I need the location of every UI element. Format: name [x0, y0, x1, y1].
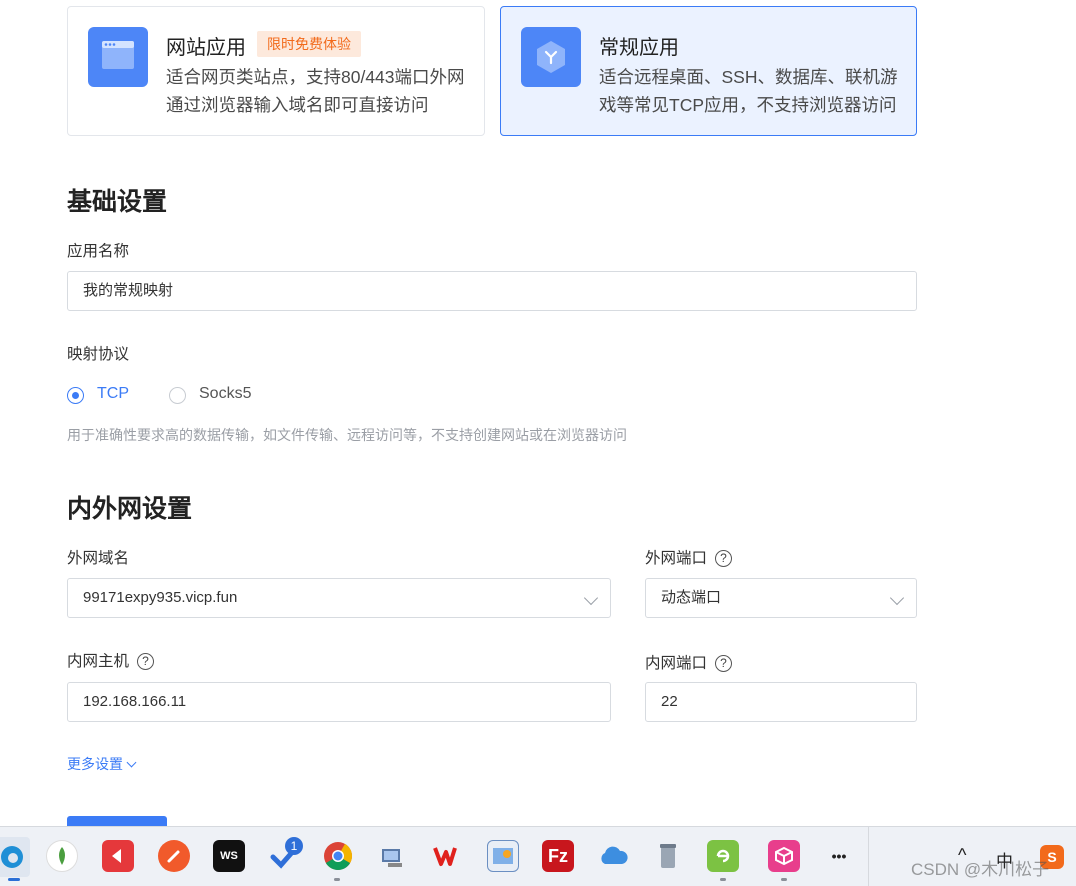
- external-port-label-text: 外网端口: [645, 550, 708, 567]
- protocol-hint: 用于准确性要求高的数据传输，如文件传输、远程访问等，不支持创建网站或在浏览器访问: [67, 427, 627, 443]
- chevron-down-icon: [126, 757, 137, 768]
- internal-host-label: 内网主机?: [67, 649, 155, 671]
- external-port-label: 外网端口?: [645, 546, 733, 568]
- internal-port-input[interactable]: 22: [645, 682, 917, 722]
- notification-badge: 1: [285, 837, 303, 855]
- external-port-value: 动态端口: [661, 589, 722, 606]
- app-name-input[interactable]: 我的常规映射: [67, 271, 917, 311]
- card-description: 适合网页类站点，支持80/443端口外网通过浏览器输入域名即可直接访问: [166, 67, 465, 115]
- chevron-down-icon: [583, 590, 599, 606]
- anydesk-icon[interactable]: [102, 840, 134, 872]
- cloud-sync-icon[interactable]: [597, 840, 629, 872]
- protocol-label: 映射协议: [67, 346, 130, 363]
- chevron-down-icon: [889, 590, 905, 606]
- network-settings-title: 内外网设置: [67, 495, 193, 523]
- recycle-bin-icon[interactable]: [652, 840, 684, 872]
- internal-port-label: 内网端口?: [645, 651, 733, 673]
- internal-port-label-text: 内网端口: [645, 655, 708, 672]
- document-app-icon[interactable]: [707, 840, 739, 872]
- tcp-radio[interactable]: [67, 387, 84, 404]
- help-icon[interactable]: ?: [715, 655, 733, 672]
- more-settings-link[interactable]: 更多设置: [67, 754, 137, 774]
- browser-window-icon: [88, 27, 148, 87]
- help-icon[interactable]: ?: [715, 550, 733, 567]
- taskbar-divider: [868, 827, 869, 886]
- general-app-card[interactable]: 常规应用 适合远程桌面、SSH、数据库、联机游戏等常见TCP应用，不支持浏览器访…: [500, 6, 917, 136]
- external-domain-value: 99171expy935.vicp.fun: [83, 589, 238, 606]
- basic-settings-title: 基础设置: [67, 188, 168, 216]
- running-indicator: [334, 878, 340, 881]
- socks5-radio[interactable]: [169, 387, 186, 404]
- mongodb-icon[interactable]: [46, 840, 78, 872]
- active-indicator: [8, 878, 20, 881]
- external-domain-label: 外网域名: [67, 550, 130, 567]
- socks5-radio-label[interactable]: Socks5: [199, 385, 251, 403]
- card-title: 常规应用: [599, 37, 679, 59]
- help-icon[interactable]: ?: [137, 653, 155, 670]
- monitor-app-icon[interactable]: [487, 840, 519, 872]
- internal-host-label-text: 内网主机: [67, 653, 130, 670]
- package-app-icon[interactable]: [768, 840, 800, 872]
- cube-icon: [521, 27, 581, 87]
- network-computer-icon[interactable]: [377, 840, 409, 872]
- app-name-label: 应用名称: [67, 243, 130, 260]
- tcp-radio-label[interactable]: TCP: [97, 385, 129, 403]
- card-description: 适合远程桌面、SSH、数据库、联机游戏等常见TCP应用，不支持浏览器访问: [599, 67, 898, 115]
- card-title: 网站应用: [166, 37, 246, 59]
- internal-host-input[interactable]: 192.168.166.11: [67, 682, 611, 722]
- external-domain-select[interactable]: 99171expy935.vicp.fun: [67, 578, 611, 618]
- running-indicator: [720, 878, 726, 881]
- external-port-select[interactable]: 动态端口: [645, 578, 917, 618]
- website-app-card[interactable]: 网站应用 限时免费体验 适合网页类站点，支持80/443端口外网通过浏览器输入域…: [67, 6, 485, 136]
- watermark: CSDN @木川松子: [911, 860, 1050, 879]
- more-apps-icon[interactable]: •••: [823, 840, 855, 872]
- more-settings-text: 更多设置: [67, 756, 123, 772]
- running-indicator: [781, 878, 787, 881]
- wps-office-icon[interactable]: [432, 840, 464, 872]
- edge-browser-icon[interactable]: [0, 837, 30, 877]
- webstorm-icon[interactable]: WS: [213, 840, 245, 872]
- free-trial-badge: 限时免费体验: [257, 31, 361, 57]
- chrome-icon[interactable]: [322, 840, 354, 872]
- postman-icon[interactable]: [158, 840, 190, 872]
- filezilla-icon[interactable]: Fz: [542, 840, 574, 872]
